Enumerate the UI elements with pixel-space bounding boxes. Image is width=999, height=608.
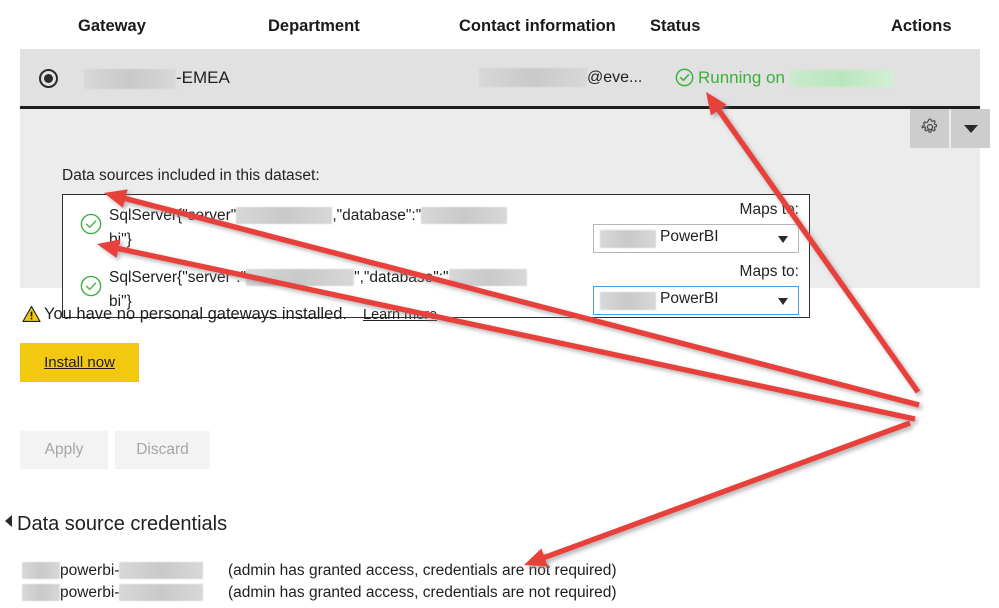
credential-row: powerbi- (admin has granted access, cred…	[22, 584, 617, 606]
data-source-connection-string: SqlServer{"server" ,"database":" bi"}	[109, 204, 579, 252]
check-circle-icon	[675, 68, 694, 87]
redacted-mapped-source-prefix	[600, 230, 656, 248]
install-now-button[interactable]: Install now	[20, 343, 139, 382]
redacted-server-name	[246, 269, 355, 287]
column-header-status: Status	[650, 17, 701, 35]
check-circle-icon	[80, 275, 102, 297]
data-sources-list: SqlServer{"server" ,"database":" bi"} Maps…	[62, 194, 810, 318]
gateway-status: Running on	[675, 66, 894, 90]
redacted-database-name	[448, 269, 527, 287]
gateway-panel: -EMEA @eve... Running on Data sources in…	[20, 49, 990, 318]
credential-note: (admin has granted access, credentials a…	[228, 584, 617, 601]
redacted-database-name	[421, 207, 508, 225]
redacted-credential-prefix	[22, 584, 60, 602]
column-header-contact-information: Contact information	[459, 17, 616, 35]
redacted-credential-prefix	[22, 562, 60, 580]
gateway-row[interactable]: -EMEA @eve... Running on	[20, 49, 980, 109]
data-source-text-prefix: SqlServer{"server"	[109, 207, 237, 224]
data-source-text-mid: ","database":"	[354, 269, 449, 286]
warning-triangle-icon	[22, 305, 41, 323]
maps-to-select[interactable]: PowerBI	[593, 224, 799, 253]
maps-to-label: Maps to:	[739, 263, 799, 280]
redacted-credential-suffix	[119, 562, 204, 580]
column-header-department: Department	[268, 17, 360, 35]
redacted-mapped-source-prefix	[600, 292, 656, 310]
credential-name: powerbi-	[60, 584, 120, 601]
learn-more-link[interactable]: Learn more	[363, 307, 437, 323]
discard-button[interactable]: Discard	[115, 431, 210, 469]
gateway-contact-information: @eve...	[479, 67, 642, 89]
redacted-gateway-machine-name	[789, 70, 894, 88]
data-source-credentials-header[interactable]: Data source credentials	[5, 513, 227, 536]
install-now-button-label: Install now	[44, 354, 115, 371]
gateway-radio-selected-dot	[44, 74, 53, 83]
column-header-gateway: Gateway	[78, 17, 146, 35]
chevron-down-icon	[963, 124, 978, 133]
table-column-headers: Gateway Department Contact information S…	[0, 12, 999, 40]
gateway-name: -EMEA	[84, 67, 230, 89]
gear-icon	[920, 117, 940, 140]
credential-note: (admin has granted access, credentials a…	[228, 562, 617, 579]
apply-button[interactable]: Apply	[20, 431, 108, 469]
chevron-down-icon	[778, 236, 788, 243]
no-personal-gateway-warning: You have no personal gateways installed.	[22, 305, 347, 329]
data-source-text-suffix: bi"}	[109, 231, 132, 248]
maps-to-label: Maps to:	[739, 201, 799, 218]
gateway-name-suffix: -EMEA	[176, 68, 230, 87]
data-source-credentials-title: Data source credentials	[17, 513, 228, 535]
gateway-contact-suffix: @eve...	[587, 69, 643, 86]
triangle-collapse-icon	[5, 515, 12, 527]
credential-name: powerbi-	[60, 562, 120, 579]
redacted-contact-email	[479, 68, 587, 88]
credential-row: powerbi- (admin has granted access, cred…	[22, 562, 617, 584]
gateway-status-text: Running on	[698, 68, 785, 87]
data-source-text-prefix: SqlServer{"server":"	[109, 269, 247, 286]
redacted-server-name	[236, 207, 333, 225]
redacted-credential-suffix	[119, 584, 204, 602]
apply-button-label: Apply	[44, 441, 84, 458]
maps-to-selected-value: PowerBI	[660, 290, 719, 307]
discard-button-label: Discard	[136, 441, 189, 458]
column-header-actions: Actions	[891, 17, 952, 35]
warning-text: You have no personal gateways installed.	[44, 305, 348, 323]
maps-to-selected-value: PowerBI	[660, 228, 719, 245]
chevron-down-icon	[778, 298, 788, 305]
gateway-menu-button[interactable]	[951, 109, 990, 148]
gateway-settings-button[interactable]	[910, 109, 949, 148]
maps-to-select[interactable]: PowerBI	[593, 286, 799, 315]
check-circle-icon	[80, 213, 102, 235]
data-sources-label: Data sources included in this dataset:	[62, 167, 320, 184]
redacted-gateway-name	[84, 68, 176, 89]
data-source-text-mid: ,"database":"	[332, 207, 422, 224]
data-source-item: SqlServer{"server" ,"database":" bi"} Maps…	[63, 195, 811, 257]
